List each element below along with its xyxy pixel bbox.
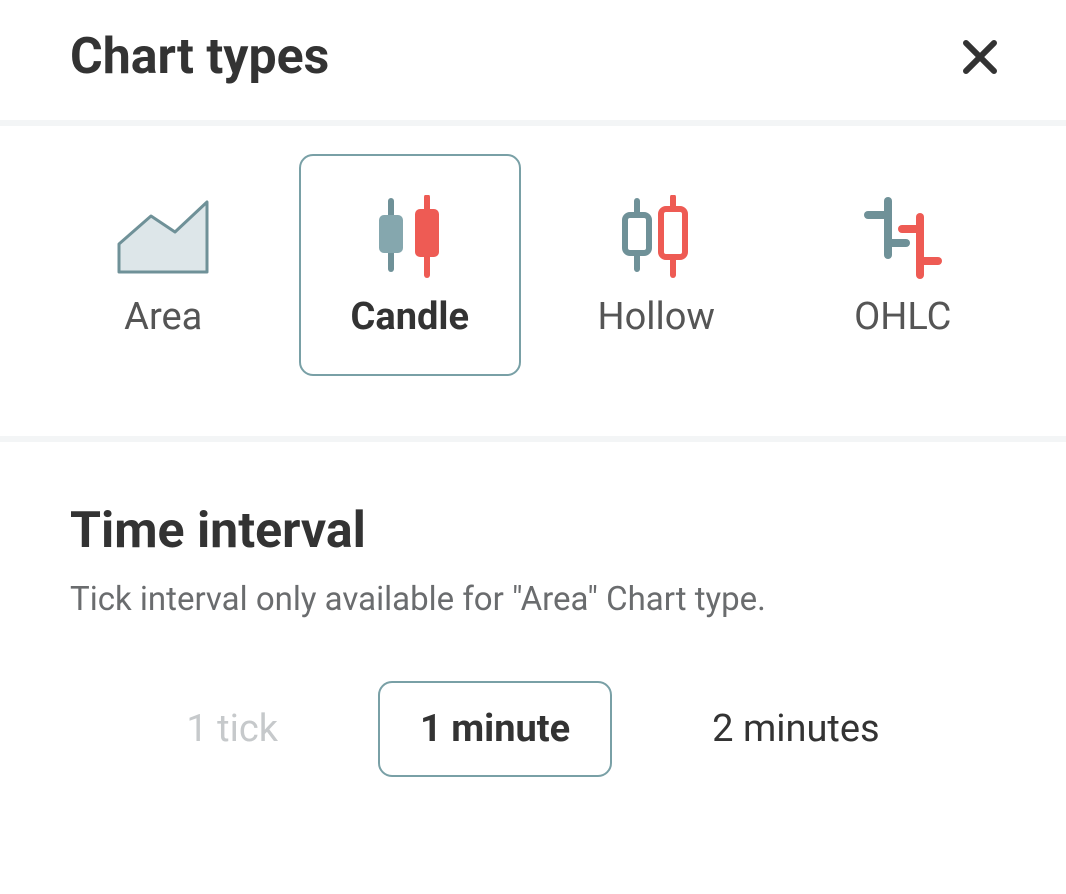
chart-type-ohlc[interactable]: OHLC xyxy=(792,154,1014,376)
hollow-candle-icon xyxy=(611,191,701,283)
time-interval-2-minutes[interactable]: 2 minutes xyxy=(672,683,919,775)
time-interval-title: Time interval xyxy=(70,502,996,560)
panel-title: Chart types xyxy=(70,28,329,86)
chart-type-area[interactable]: Area xyxy=(52,154,274,376)
candle-chart-icon xyxy=(365,191,455,283)
time-interval-1-tick: 1 tick xyxy=(146,683,318,775)
chart-type-label: Hollow xyxy=(598,295,716,339)
ohlc-chart-icon xyxy=(858,191,948,283)
chart-type-row: Area Candle xyxy=(0,126,1066,436)
chart-types-panel: Chart types Area xyxy=(0,0,1066,894)
time-interval-options: 1 tick 1 minute 2 minutes xyxy=(70,681,996,777)
time-interval-1-minute[interactable]: 1 minute xyxy=(378,681,612,777)
chart-type-label: OHLC xyxy=(854,295,951,339)
area-chart-icon xyxy=(115,191,211,283)
chart-type-label: Candle xyxy=(351,295,469,339)
close-icon xyxy=(960,37,1000,77)
chart-type-hollow[interactable]: Hollow xyxy=(545,154,767,376)
chart-type-label: Area xyxy=(124,295,202,339)
panel-header: Chart types xyxy=(0,0,1066,120)
time-interval-section: Time interval Tick interval only availab… xyxy=(0,442,1066,777)
time-interval-help: Tick interval only available for "Area" … xyxy=(70,580,996,619)
chart-type-candle[interactable]: Candle xyxy=(299,154,521,376)
close-button[interactable] xyxy=(956,33,1004,81)
